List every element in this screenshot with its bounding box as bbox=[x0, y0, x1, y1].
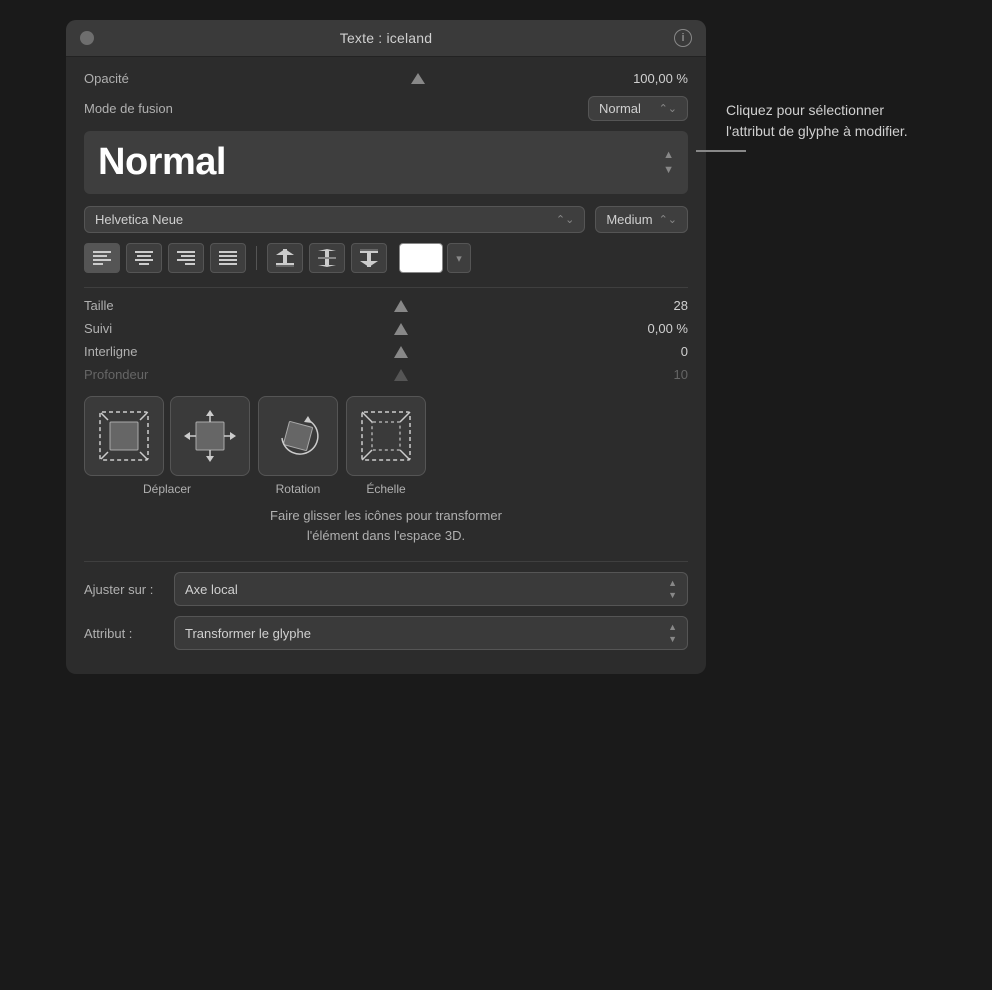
info-button[interactable]: i bbox=[674, 29, 692, 47]
profondeur-row: Profondeur 10 bbox=[84, 367, 688, 382]
attribut-label: Attribut : bbox=[84, 626, 174, 641]
fusion-label: Mode de fusion bbox=[84, 101, 214, 116]
section-divider-1 bbox=[84, 287, 688, 288]
font-chevron: ⌃⌄ bbox=[556, 213, 574, 226]
ajuster-label: Ajuster sur : bbox=[84, 582, 174, 597]
titlebar: Texte : iceland i bbox=[66, 20, 706, 57]
profondeur-label: Profondeur bbox=[84, 367, 184, 382]
align-justify-button[interactable] bbox=[210, 243, 246, 273]
transform-buttons-row: Déplacer Rotation bbox=[84, 396, 688, 496]
align-right-button[interactable] bbox=[168, 243, 204, 273]
font-name-value: Helvetica Neue bbox=[95, 212, 183, 227]
normal-big-chevrons: ▲ ▼ bbox=[663, 149, 674, 176]
interligne-row: Interligne 0 bbox=[84, 344, 688, 359]
weight-chevron: ⌃⌄ bbox=[659, 213, 677, 226]
align-left-button[interactable] bbox=[84, 243, 120, 273]
normal-big-selector[interactable]: Normal ▲ ▼ bbox=[84, 131, 688, 194]
normal-big-text: Normal bbox=[98, 141, 226, 184]
echelle-group: Échelle bbox=[346, 396, 426, 496]
inspector-panel: Texte : iceland i Opacité 100,00 % Mode … bbox=[66, 20, 706, 674]
panel-title: Texte : iceland bbox=[340, 30, 433, 46]
taille-row: Taille 28 bbox=[84, 298, 688, 313]
deplacer-label: Déplacer bbox=[143, 482, 191, 496]
rotation-button[interactable] bbox=[258, 396, 338, 476]
fusion-dropdown[interactable]: Normal ⌃⌄ bbox=[588, 96, 688, 121]
opacity-label: Opacité bbox=[84, 71, 214, 86]
traffic-light-button[interactable] bbox=[80, 31, 94, 45]
callout-text: Cliquez pour sélectionner l'attribut de … bbox=[726, 100, 926, 142]
align-separator bbox=[256, 246, 257, 270]
suivi-value: 0,00 % bbox=[618, 321, 688, 336]
attribut-row: Attribut : Transformer le glyphe ▲ ▼ bbox=[84, 616, 688, 650]
valign-middle-button[interactable] bbox=[309, 243, 345, 273]
valign-bottom-button[interactable] bbox=[351, 243, 387, 273]
hint-text-content: Faire glisser les icônes pour transforme… bbox=[270, 508, 502, 543]
ajuster-row: Ajuster sur : Axe local ▲ ▼ bbox=[84, 572, 688, 606]
attribut-value: Transformer le glyphe bbox=[185, 626, 311, 641]
interligne-slider-icon[interactable] bbox=[394, 346, 408, 358]
color-dropdown-button[interactable]: ▾ bbox=[447, 243, 471, 273]
interligne-label: Interligne bbox=[84, 344, 184, 359]
ajuster-value: Axe local bbox=[185, 582, 238, 597]
echelle-button[interactable] bbox=[346, 396, 426, 476]
deplacer-button-2[interactable] bbox=[170, 396, 250, 476]
font-weight-value: Medium bbox=[606, 212, 652, 227]
hint-text: Faire glisser les icônes pour transforme… bbox=[84, 506, 688, 545]
color-picker-button[interactable] bbox=[399, 243, 443, 273]
taille-slider[interactable] bbox=[184, 300, 618, 312]
suivi-slider-icon[interactable] bbox=[394, 323, 408, 335]
rotation-label: Rotation bbox=[276, 482, 321, 496]
alignment-row: ▾ bbox=[84, 243, 688, 273]
fusion-mode-row: Mode de fusion Normal ⌃⌄ bbox=[84, 96, 688, 121]
profondeur-value: 10 bbox=[618, 367, 688, 382]
align-center-button[interactable] bbox=[126, 243, 162, 273]
deplacer-group: Déplacer bbox=[84, 396, 250, 496]
profondeur-slider-icon bbox=[394, 369, 408, 381]
suivi-row: Suivi 0,00 % bbox=[84, 321, 688, 336]
deplacer-button-1[interactable] bbox=[84, 396, 164, 476]
taille-slider-icon[interactable] bbox=[394, 300, 408, 312]
taille-value: 28 bbox=[618, 298, 688, 313]
echelle-label: Échelle bbox=[366, 482, 405, 496]
rotation-group: Rotation bbox=[258, 396, 338, 496]
font-row: Helvetica Neue ⌃⌄ Medium ⌃⌄ bbox=[84, 206, 688, 233]
opacity-value: 100,00 % bbox=[633, 71, 688, 86]
profondeur-slider bbox=[184, 369, 618, 381]
section-divider-2 bbox=[84, 561, 688, 562]
taille-label: Taille bbox=[84, 298, 184, 313]
attribut-select[interactable]: Transformer le glyphe ▲ ▼ bbox=[174, 616, 688, 650]
interligne-value: 0 bbox=[618, 344, 688, 359]
suivi-slider[interactable] bbox=[184, 323, 618, 335]
valign-top-button[interactable] bbox=[267, 243, 303, 273]
interligne-slider[interactable] bbox=[184, 346, 618, 358]
suivi-label: Suivi bbox=[84, 321, 184, 336]
ajuster-chevrons: ▲ ▼ bbox=[668, 578, 677, 600]
fusion-value: Normal bbox=[599, 101, 641, 116]
ajuster-select[interactable]: Axe local ▲ ▼ bbox=[174, 572, 688, 606]
opacity-slider-icon[interactable] bbox=[411, 73, 425, 84]
callout-tooltip: Cliquez pour sélectionner l'attribut de … bbox=[726, 100, 926, 142]
font-name-selector[interactable]: Helvetica Neue ⌃⌄ bbox=[84, 206, 585, 233]
fusion-chevron: ⌃⌄ bbox=[659, 102, 677, 115]
attribut-chevrons: ▲ ▼ bbox=[668, 622, 677, 644]
panel-content: Opacité 100,00 % Mode de fusion Normal ⌃… bbox=[66, 57, 706, 674]
opacity-row: Opacité 100,00 % bbox=[84, 71, 688, 86]
font-weight-selector[interactable]: Medium ⌃⌄ bbox=[595, 206, 688, 233]
